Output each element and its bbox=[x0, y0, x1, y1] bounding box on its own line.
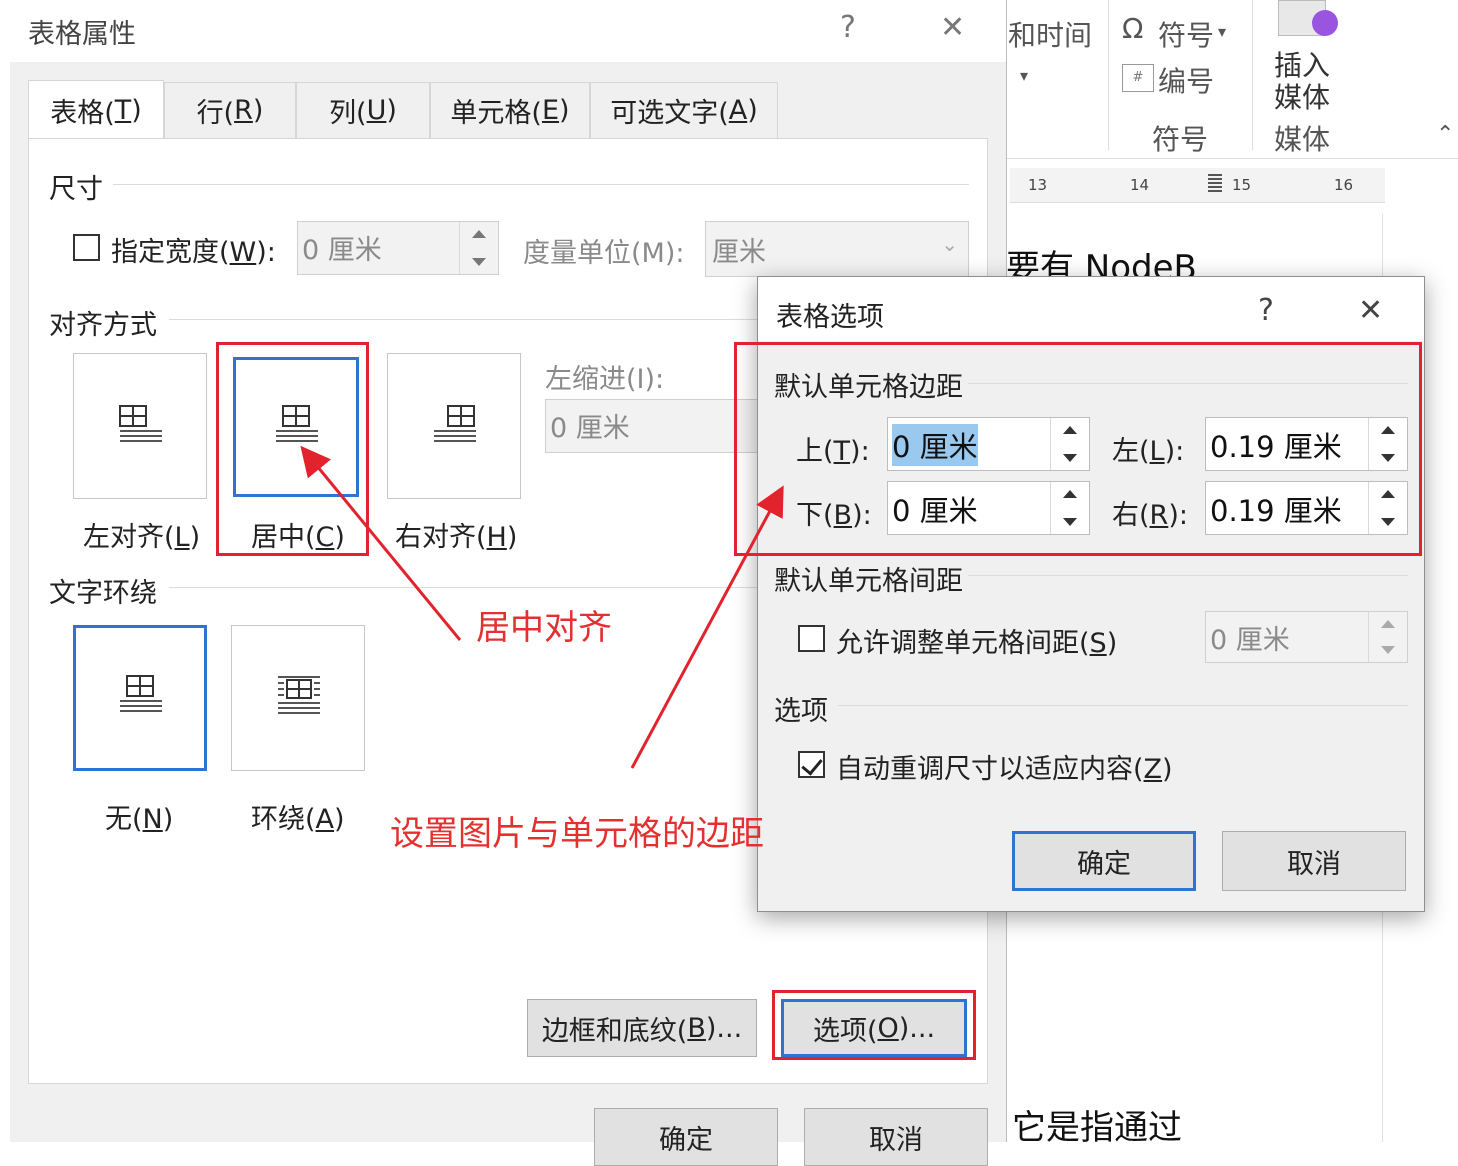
annotation-center-align: 居中对齐 bbox=[476, 608, 612, 648]
annotation-arrows bbox=[300, 445, 784, 769]
annotation-set-margin: 设置图片与单元格的边距 bbox=[390, 814, 764, 854]
arrow-to-cell-margins bbox=[630, 485, 784, 769]
arrow-to-center-align bbox=[300, 445, 462, 641]
